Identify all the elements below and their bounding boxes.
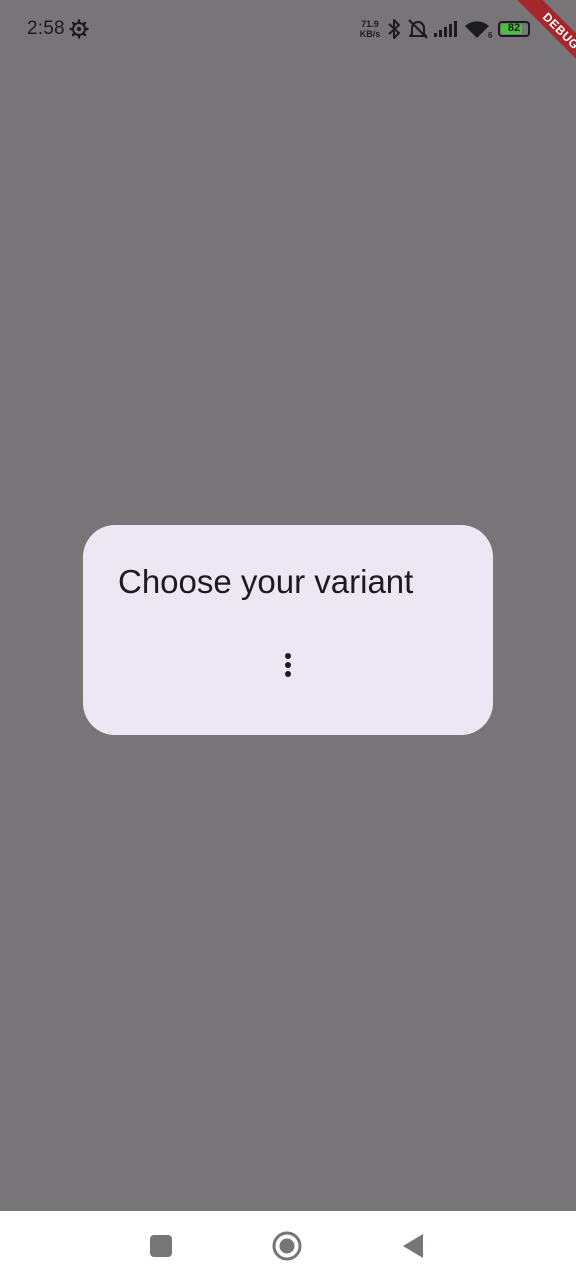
status-bar: 2:58 71.9 KB/s 6 82 [0, 0, 576, 60]
back-icon [403, 1234, 423, 1258]
navigation-bar [0, 1211, 576, 1280]
back-button[interactable] [397, 1231, 427, 1261]
status-time: 2:58 [27, 18, 65, 39]
more-options-button[interactable] [268, 645, 308, 685]
settings-gear-icon [69, 19, 89, 39]
more-vert-icon [285, 653, 291, 677]
network-speed-value: 71.9 [361, 19, 379, 29]
bell-off-icon [408, 19, 428, 39]
home-icon [272, 1231, 302, 1261]
network-speed-unit: KB/s [359, 29, 381, 39]
network-speed: 71.9 KB/s [356, 19, 384, 39]
battery-level: 82 [507, 22, 521, 34]
signal-icon [434, 21, 457, 37]
recent-apps-button[interactable] [146, 1231, 176, 1261]
dialog-title: Choose your variant [118, 563, 414, 600]
variant-dialog: Choose your variant [83, 525, 493, 735]
home-button[interactable] [272, 1231, 302, 1261]
recent-apps-icon [150, 1235, 172, 1257]
battery-icon: 82 [498, 21, 530, 37]
bluetooth-icon [388, 19, 400, 39]
wifi-icon: 6 [465, 21, 493, 40]
svg-text:6: 6 [488, 31, 493, 40]
